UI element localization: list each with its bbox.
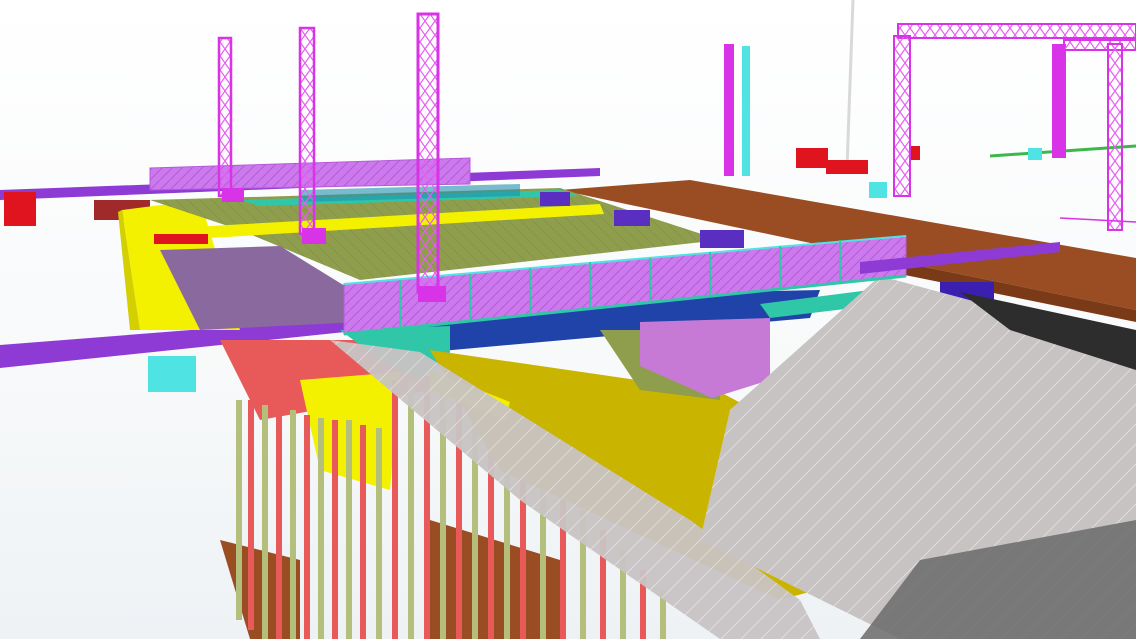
far-red-post: [910, 146, 920, 160]
far-field: [724, 0, 1136, 231]
gantry-truss: [893, 23, 1136, 231]
cyan-crate: [148, 356, 196, 392]
purple-box-1: [540, 192, 570, 206]
purple-box-2: [614, 210, 650, 226]
cyan-block: [869, 182, 887, 198]
gantry-base: [1059, 217, 1136, 223]
red-block-left: [4, 192, 36, 226]
bim-3d-scene[interactable]: [0, 0, 1136, 639]
brown-base-left: [220, 540, 300, 639]
far-red-pad: [826, 160, 868, 174]
far-tower-left: [724, 44, 734, 176]
model-viewport[interactable]: [0, 0, 1136, 639]
cyan-marker: [1028, 148, 1042, 160]
light-pole: [845, 0, 855, 169]
purple-box-3: [700, 230, 744, 248]
red-strip: [154, 234, 208, 244]
cyan-column: [742, 46, 750, 176]
far-red-block: [796, 148, 828, 168]
